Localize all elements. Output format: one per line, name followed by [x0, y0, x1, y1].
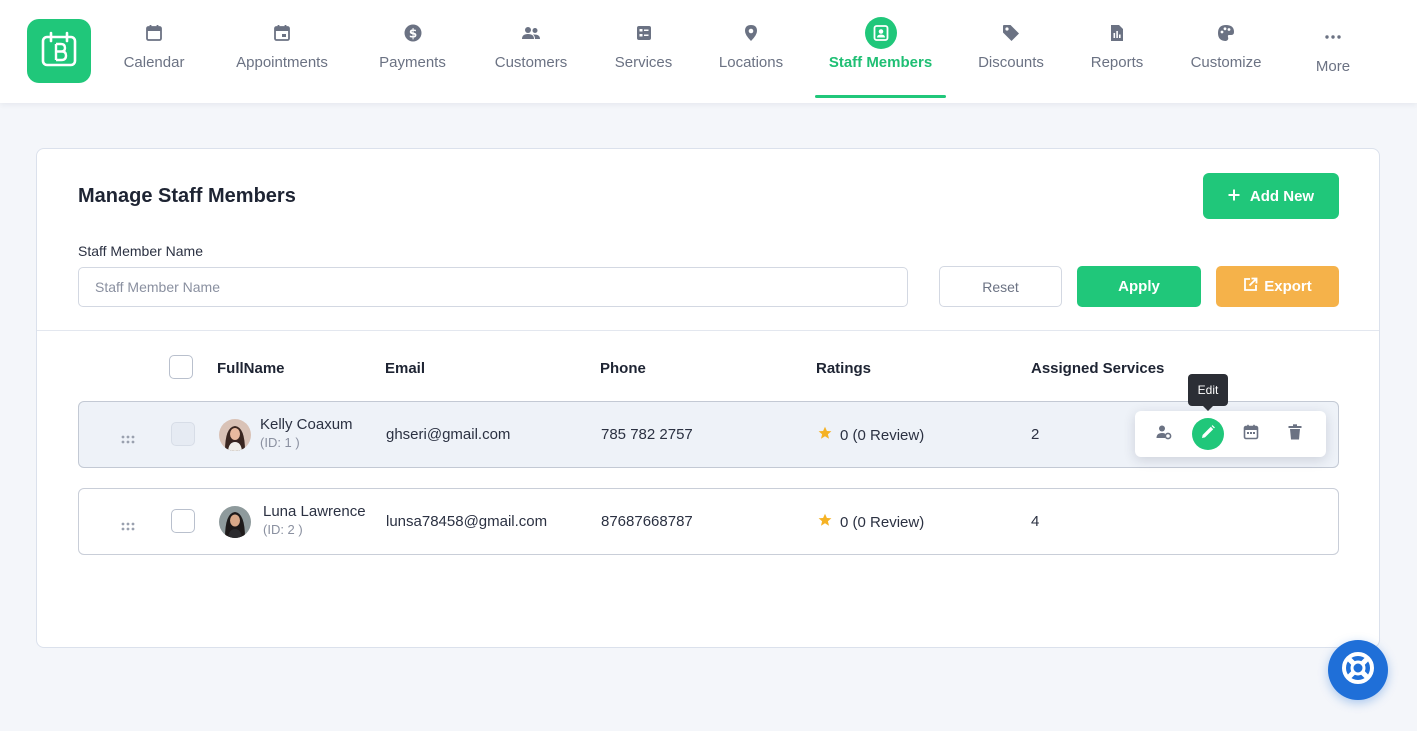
edit-tooltip: Edit — [1188, 374, 1228, 411]
delete-button[interactable] — [1279, 418, 1311, 450]
export-button[interactable]: Export — [1216, 266, 1339, 307]
star-icon — [818, 513, 832, 531]
palette-icon — [1217, 24, 1235, 42]
nav-label: Locations — [718, 54, 784, 71]
app-logo[interactable] — [27, 19, 91, 83]
manage-staff-user-button[interactable] — [1148, 418, 1180, 450]
drag-handle-icon[interactable] — [121, 518, 135, 536]
assigned-services-count: 2 — [1031, 426, 1040, 443]
nav-label: Services — [614, 54, 673, 71]
add-new-label: Add New — [1249, 187, 1315, 205]
nav-more[interactable]: More — [1313, 0, 1353, 103]
section-divider — [37, 330, 1379, 331]
staff-name-filter-input[interactable] — [78, 267, 908, 307]
column-header-email: Email — [385, 360, 426, 377]
map-pin-icon — [744, 24, 758, 42]
nav-customers[interactable]: Customers — [492, 0, 570, 103]
staff-name: Kelly Coaxum — [260, 416, 353, 433]
nav-label: Customize — [1190, 54, 1262, 71]
badge-icon — [864, 17, 897, 49]
edit-icon — [1201, 424, 1215, 444]
nav-reports[interactable]: Reports — [1090, 0, 1144, 103]
apply-button[interactable]: Apply — [1077, 266, 1201, 307]
calendar-icon — [145, 24, 163, 42]
report-icon — [1109, 24, 1125, 42]
select-all-checkbox[interactable] — [169, 355, 193, 379]
user-settings-icon — [1156, 424, 1172, 445]
staff-rating: 0 (0 Review) — [818, 513, 924, 531]
staff-rating: 0 (0 Review) — [818, 426, 924, 444]
tag-icon — [1002, 24, 1020, 42]
staff-phone: 785 782 2757 — [601, 426, 693, 443]
nav-label: Discounts — [978, 54, 1044, 71]
nav-label: Calendar — [123, 54, 185, 71]
nav-calendar[interactable]: Calendar — [121, 0, 187, 103]
row-checkbox[interactable] — [171, 509, 195, 533]
staff-id: (ID: 1 ) — [260, 435, 300, 450]
add-new-button[interactable]: Add New — [1203, 173, 1339, 219]
help-button[interactable] — [1328, 640, 1388, 700]
nav-customize[interactable]: Customize — [1188, 0, 1264, 103]
calendar-icon — [1243, 424, 1259, 445]
star-icon — [818, 426, 832, 444]
users-icon — [521, 24, 541, 42]
nav-label: Customers — [494, 54, 568, 71]
assigned-services-count: 4 — [1031, 513, 1040, 530]
logo-icon — [41, 31, 77, 67]
staff-name: Luna Lawrence — [263, 503, 366, 520]
nav-label: Reports — [1090, 54, 1144, 71]
calendar-check-icon — [273, 24, 291, 42]
staff-members-card: Manage Staff Members Add New Staff Membe… — [36, 148, 1380, 648]
row-checkbox[interactable] — [171, 422, 195, 446]
staff-phone: 87687668787 — [601, 513, 693, 530]
services-icon — [636, 24, 652, 42]
column-header-assigned-services: Assigned Services — [1031, 360, 1165, 377]
drag-handle-icon[interactable] — [121, 431, 135, 449]
staff-id: (ID: 2 ) — [263, 522, 303, 537]
lifebuoy-icon — [1340, 650, 1376, 691]
column-header-phone: Phone — [600, 360, 646, 377]
rating-text: 0 (0 Review) — [840, 513, 925, 531]
nav-label: Staff Members — [828, 54, 933, 71]
export-label: Export — [1264, 278, 1312, 295]
nav-label: Payments — [379, 54, 446, 71]
nav-label: Appointments — [236, 54, 328, 71]
nav-locations[interactable]: Locations — [717, 0, 785, 103]
dollar-circle-icon: $ — [404, 24, 422, 42]
row-actions-menu — [1135, 411, 1326, 457]
svg-text:$: $ — [408, 27, 416, 41]
avatar — [219, 419, 251, 451]
dots-icon — [1325, 28, 1341, 46]
column-header-fullname: FullName — [217, 360, 285, 377]
page-title: Manage Staff Members — [78, 185, 296, 207]
nav-discounts[interactable]: Discounts — [976, 0, 1046, 103]
staff-email: lunsa78458@gmail.com — [386, 513, 548, 530]
nav-label: More — [1315, 58, 1351, 75]
edit-button[interactable] — [1192, 418, 1224, 450]
column-header-ratings: Ratings — [816, 360, 872, 377]
nav-services[interactable]: Services — [614, 0, 673, 103]
nav-staff-members[interactable]: Staff Members — [815, 0, 946, 103]
active-tab-indicator — [815, 95, 946, 98]
plus-icon — [1228, 188, 1240, 205]
rating-text: 0 (0 Review) — [840, 426, 925, 444]
reset-button[interactable]: Reset — [939, 266, 1062, 307]
nav-payments[interactable]: $ Payments — [377, 0, 448, 103]
staff-email: ghseri@gmail.com — [386, 426, 511, 443]
top-navigation: Calendar Appointments $ Payments Custome… — [0, 0, 1417, 103]
staff-schedule-button[interactable] — [1235, 418, 1267, 450]
avatar — [219, 506, 251, 538]
nav-appointments[interactable]: Appointments — [232, 0, 332, 103]
table-row[interactable]: Luna Lawrence (ID: 2 ) lunsa78458@gmail.… — [78, 488, 1339, 555]
export-icon — [1243, 277, 1258, 296]
trash-icon — [1288, 423, 1302, 445]
staff-name-filter-label: Staff Member Name — [78, 243, 204, 259]
